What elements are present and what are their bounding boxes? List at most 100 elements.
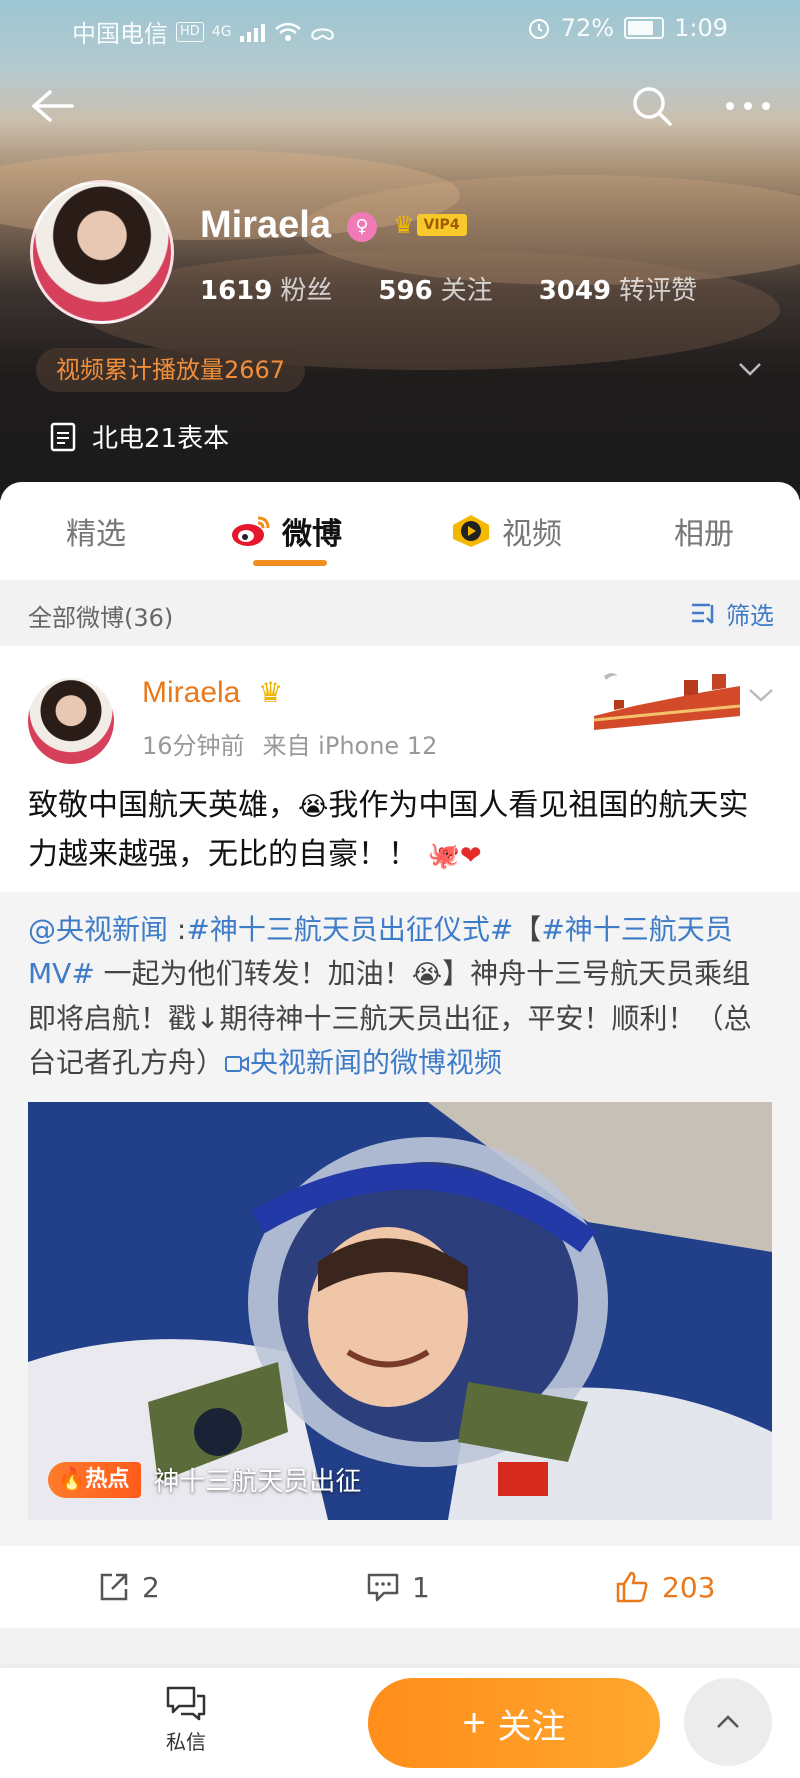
crying-emoji-icon: 😭 <box>298 792 329 822</box>
share-icon <box>100 1573 128 1601</box>
plus-icon: + <box>462 1701 486 1745</box>
hot-topic-tag[interactable]: 🔥热点 神十三航天员出征 <box>48 1461 361 1498</box>
search-button[interactable] <box>624 78 680 134</box>
chevron-down-icon <box>749 689 773 702</box>
chevron-down-icon <box>739 363 761 376</box>
filter-bar: 全部微博(36) 筛选 <box>0 580 800 646</box>
battery-icon <box>624 17 665 39</box>
back-button[interactable] <box>24 78 80 134</box>
great-wall-decoration <box>594 673 740 730</box>
stat-label: 转评赞 <box>619 276 698 306</box>
video-play-count[interactable]: 视频累计播放量2667 <box>36 348 306 392</box>
comment-count: 1 <box>412 1570 430 1604</box>
post-time: 16分钟前 <box>142 732 245 760</box>
vip-level-label: VIP4 <box>416 214 467 236</box>
tab-video[interactable]: 视频 <box>450 482 562 580</box>
clock-time: 1:09 <box>674 14 728 42</box>
video-play-icon <box>453 515 489 547</box>
video-link[interactable]: 央视新闻的微博视频 <box>224 1046 502 1079</box>
post-separator <box>0 1628 800 1668</box>
tab-featured[interactable]: 精选 <box>66 482 126 580</box>
profile-header: 中国电信 HD 4G ᯅ 72% 1:09 Miraela ♀ ♛ VIP4 1… <box>0 0 800 500</box>
profile-avatar[interactable] <box>30 180 174 324</box>
bio-text: 北电21表本 <box>92 424 230 454</box>
bracket: 【 <box>513 913 542 946</box>
wifi-icon <box>274 22 301 41</box>
female-icon: ♀ <box>347 212 377 242</box>
astronaut-photo <box>28 1102 772 1520</box>
stat-value: 596 <box>378 276 433 306</box>
video-link-label: 央视新闻的微博视频 <box>250 1046 503 1079</box>
like-button[interactable]: 203 <box>614 1546 715 1628</box>
weibo-logo-icon <box>232 516 270 546</box>
heart-icon: ❤ <box>459 841 482 871</box>
profile-tabs: 精选 微博 视频 相册 <box>0 482 800 580</box>
reposted-content[interactable]: @央视新闻 :#神十三航天员出征仪式#【#神十三航天员MV# 一起为他们转发！加… <box>0 892 800 1546</box>
follow-button[interactable]: + 关注 <box>368 1678 660 1768</box>
chevron-up-icon <box>717 1715 739 1728</box>
crown-icon: ♛ <box>258 676 284 709</box>
repost-button[interactable]: 2 <box>98 1546 160 1628</box>
search-icon <box>633 87 672 126</box>
post-count-label: 全部微博(36) <box>28 604 174 632</box>
video-thumbnail[interactable]: 🔥热点 神十三航天员出征 <box>28 1102 772 1520</box>
video-camera-icon <box>225 1056 250 1072</box>
bottom-bar: 私信 + 关注 <box>0 1668 800 1778</box>
filter-button[interactable]: 筛选 <box>690 596 774 631</box>
repost-separator: : <box>168 913 187 946</box>
stat-interactions[interactable]: 3049 转评赞 <box>539 270 697 307</box>
weibo-post: Miraela ♛ 16分钟前 来自 iPhone 12 致敬中国航天英雄，😭我… <box>0 646 800 1546</box>
document-icon <box>50 422 76 451</box>
arrow-left-icon <box>32 90 74 122</box>
stat-following[interactable]: 596 关注 <box>378 270 492 307</box>
expand-profile-button[interactable] <box>730 354 770 384</box>
stat-label: 关注 <box>440 276 493 306</box>
post-author-avatar[interactable] <box>28 678 114 764</box>
profile-stats: 1619 粉丝 596 关注 3049 转评赞 <box>200 270 697 307</box>
tab-label: 精选 <box>66 517 126 552</box>
alarm-icon <box>528 19 549 39</box>
direct-message-button[interactable]: 私信 <box>158 1684 214 1755</box>
repost-text-part: 一起为他们转发！加油！ <box>94 957 412 990</box>
post-text: 致敬中国航天英雄，😭我作为中国人看见祖国的航天实力越来越强，无比的自豪！！ 🐙❤ <box>28 782 772 880</box>
topic-link[interactable]: #神十三航天员出征仪式# <box>186 913 513 946</box>
follow-label: 关注 <box>497 1707 566 1746</box>
comment-button[interactable]: 1 <box>366 1546 430 1628</box>
post-menu-button[interactable] <box>744 682 778 708</box>
repost-text: @央视新闻 :#神十三航天员出征仪式#【#神十三航天员MV# 一起为他们转发！加… <box>28 908 776 1085</box>
tab-label: 微博 <box>282 517 342 552</box>
filter-label: 筛选 <box>726 602 774 630</box>
repost-count: 2 <box>142 1570 160 1604</box>
crown-icon: ♛ <box>393 211 415 239</box>
bio-row: 北电21表本 <box>50 418 229 455</box>
more-button[interactable] <box>718 78 778 134</box>
mention-link[interactable]: @央视新闻 <box>28 913 168 946</box>
hot-topic-title: 神十三航天员出征 <box>153 1467 362 1497</box>
hot-badge: 🔥热点 <box>48 1461 142 1498</box>
post-text-part: 致敬中国航天英雄， <box>28 788 298 823</box>
carrier-label: 中国电信 <box>72 20 168 48</box>
scroll-to-top-button[interactable] <box>684 1678 772 1766</box>
emoji-icon: 🐙 <box>427 841 460 871</box>
status-bar: 中国电信 HD 4G ᯅ 72% 1:09 <box>0 0 800 60</box>
thumbs-up-icon <box>616 1571 648 1603</box>
filter-icon <box>692 603 714 624</box>
battery-percent: 72% <box>560 14 615 42</box>
stat-followers[interactable]: 1619 粉丝 <box>200 270 332 307</box>
network-label: 4G <box>211 23 232 40</box>
stat-value: 1619 <box>200 276 273 306</box>
post-actions: 2 1 203 <box>0 1546 800 1628</box>
comment-icon <box>367 1573 399 1602</box>
hot-label: 热点 <box>85 1466 130 1492</box>
like-count: 203 <box>662 1570 716 1604</box>
post-meta: 16分钟前 来自 iPhone 12 <box>142 726 437 761</box>
vip-badge[interactable]: ♛ VIP4 <box>393 211 467 239</box>
active-tab-indicator <box>253 560 327 566</box>
emoji-icon: 😭 <box>411 960 443 990</box>
chat-icon <box>166 1686 206 1721</box>
post-source: 来自 iPhone 12 <box>262 732 438 760</box>
flame-icon: 🔥 <box>58 1466 86 1492</box>
post-author-name[interactable]: Miraela <box>142 676 240 710</box>
tab-album[interactable]: 相册 <box>674 482 734 580</box>
tab-label: 相册 <box>674 517 734 552</box>
